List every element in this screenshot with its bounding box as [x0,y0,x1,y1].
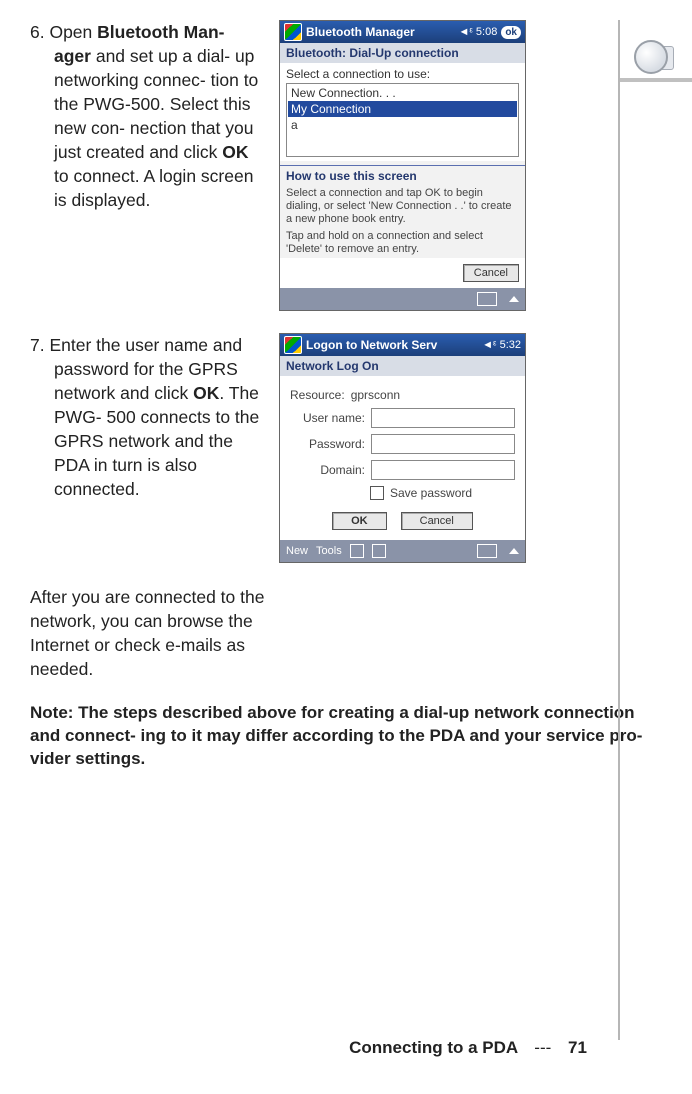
pda1-help1: Select a connection and tap OK to begin … [280,185,525,228]
step-6: 6. Open Bluetooth Man- ager and set up a… [30,20,630,311]
pda2-time: ◄ᵋ 5:32 [482,339,521,351]
list-item[interactable]: My Connection [288,101,517,117]
pda1-ok-pill[interactable]: ok [501,26,521,39]
menu-up-icon[interactable] [509,296,519,302]
menu-up-icon[interactable] [509,548,519,554]
password-input[interactable] [371,434,515,454]
domain-input[interactable] [371,460,515,480]
step-7-body: 7. Enter the user name and password for … [30,333,265,501]
resource-value: gprsconn [351,388,400,402]
pda1-connection-list[interactable]: New Connection. . . My Connection a [286,83,519,157]
resource-label: Resource: [290,388,345,402]
tool-icon[interactable] [350,544,364,558]
note-paragraph: Note: The steps described above for crea… [30,701,662,770]
pda1-help2: Tap and hold on a connection and select … [280,228,525,258]
pda2-title: Logon to Network Serv [306,338,437,352]
list-item[interactable]: a [288,117,517,133]
save-password-checkbox[interactable] [370,486,384,500]
screenshot-bluetooth-manager: Bluetooth Manager ◄ᵋ 5:08 ok Bluetooth: … [279,20,526,311]
cancel-button[interactable]: Cancel [463,264,519,282]
pda2-bottom-bar: New Tools [280,540,525,562]
footer-dash: --- [534,1038,551,1057]
after-paragraph: After you are connected to the network, … [30,585,290,681]
ok-button[interactable]: OK [332,512,387,530]
page-content: 6. Open Bluetooth Man- ager and set up a… [0,0,630,563]
pda1-bottom-bar [280,288,525,310]
pda2-subhead: Network Log On [280,356,525,376]
domain-label: Domain: [290,463,371,477]
step-6-body: 6. Open Bluetooth Man- ager and set up a… [30,20,265,212]
bottom-tools[interactable]: Tools [316,545,342,557]
username-input[interactable] [371,408,515,428]
screenshot-network-logon: Logon to Network Serv ◄ᵋ 5:32 Network Lo… [279,333,526,563]
pda1-title: Bluetooth Manager [306,25,415,39]
pda1-time: ◄ᵋ 5:08 [458,26,497,38]
list-item[interactable]: New Connection. . . [288,85,517,101]
step-6-text: 6. Open Bluetooth Man- ager and set up a… [30,20,265,311]
footer-page-number: 71 [568,1038,600,1058]
step-7: 7. Enter the user name and password for … [30,333,630,563]
password-label: Password: [290,437,371,451]
cancel-button[interactable]: Cancel [401,512,473,530]
windows-logo-icon [284,336,302,354]
windows-logo-icon [284,23,302,41]
pda1-subhead: Bluetooth: Dial-Up connection [280,43,525,63]
pda1-titlebar: Bluetooth Manager ◄ᵋ 5:08 ok [280,21,525,43]
keyboard-icon[interactable] [477,292,497,306]
footer-section: Connecting to a PDA [349,1038,517,1057]
step-7-text: 7. Enter the user name and password for … [30,333,265,563]
save-password-label: Save password [390,486,472,500]
pda1-section-title: How to use this screen [280,165,525,185]
pda1-select-label: Select a connection to use: [286,67,519,81]
username-label: User name: [290,411,371,425]
page-footer: Connecting to a PDA --- 71 [0,1038,640,1058]
tool-icon[interactable] [372,544,386,558]
keyboard-icon[interactable] [477,544,497,558]
bottom-new[interactable]: New [286,545,308,557]
section-badge [634,40,674,74]
pda2-titlebar: Logon to Network Serv ◄ᵋ 5:32 [280,334,525,356]
horizontal-divider [620,78,692,82]
